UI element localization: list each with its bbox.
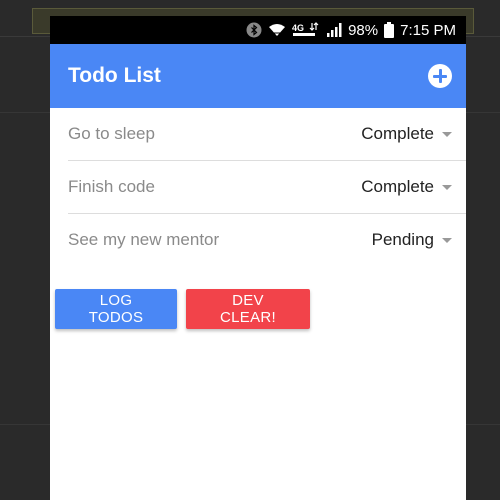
4g-icon: 4G xyxy=(292,22,320,38)
todo-status-value: Complete xyxy=(361,177,434,196)
todo-status-value: Pending xyxy=(371,230,434,249)
todo-status-value: Complete xyxy=(361,124,434,143)
todo-text: Go to sleep xyxy=(68,124,155,143)
action-buttons: LOG TODOS DEV CLEAR! xyxy=(55,289,310,329)
todo-item: See my new mentor Pending xyxy=(68,214,466,266)
battery-percent: 98% xyxy=(348,21,379,39)
todo-item: Go to sleep Complete xyxy=(68,108,466,161)
todo-item: Finish code Complete xyxy=(68,161,466,214)
signal-icon xyxy=(326,22,342,38)
todo-status-dropdown[interactable]: Pending xyxy=(372,214,452,266)
status-time: 7:15 PM xyxy=(400,21,456,39)
todo-status-dropdown[interactable]: Complete xyxy=(361,108,452,160)
todo-status-dropdown[interactable]: Complete xyxy=(361,161,452,213)
dropdown-caret-icon xyxy=(442,237,452,243)
status-bar: 4G 98% 7:15 PM xyxy=(50,16,466,44)
todo-list: Go to sleep Complete Finish code Complet… xyxy=(68,108,466,266)
todo-text: See my new mentor xyxy=(68,230,220,249)
add-todo-button[interactable] xyxy=(428,64,452,88)
svg-text:4G: 4G xyxy=(292,23,304,33)
phone-screen: 4G 98% 7:15 PM Todo List Go to sleep Com… xyxy=(50,16,466,500)
dev-clear-button[interactable]: DEV CLEAR! xyxy=(186,289,310,329)
log-todos-button[interactable]: LOG TODOS xyxy=(55,289,177,329)
status-indicators: 4G 98% 7:15 PM xyxy=(246,16,456,44)
page-title: Todo List xyxy=(68,64,161,87)
battery-icon xyxy=(384,22,395,38)
todo-text: Finish code xyxy=(68,177,155,196)
app-bar: Todo List xyxy=(50,44,466,108)
wifi-icon xyxy=(268,23,286,37)
bluetooth-icon xyxy=(246,22,262,38)
dropdown-caret-icon xyxy=(442,131,452,137)
dropdown-caret-icon xyxy=(442,184,452,190)
